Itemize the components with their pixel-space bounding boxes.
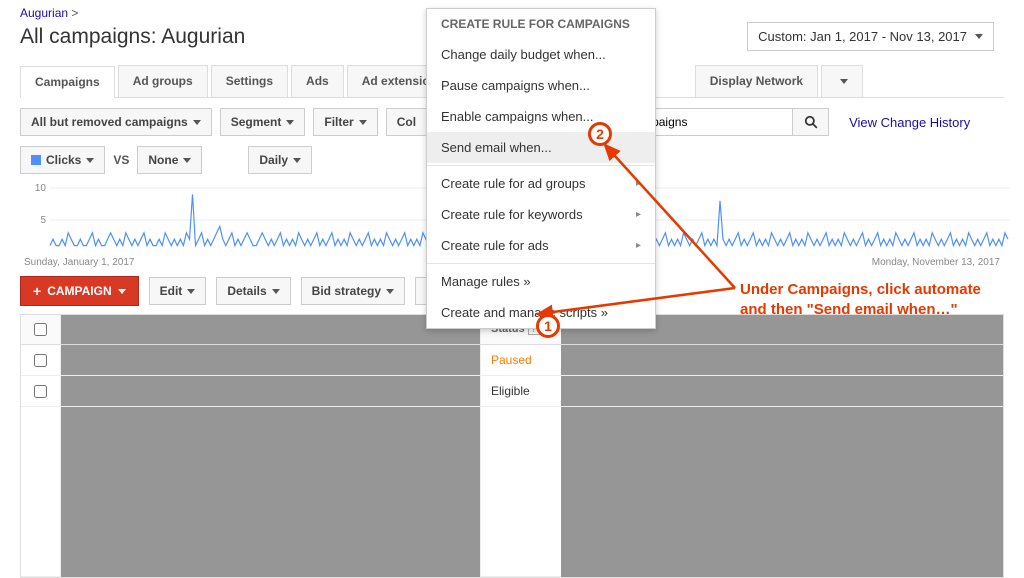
chevron-down-icon bbox=[86, 158, 94, 163]
date-range-picker[interactable]: Custom: Jan 1, 2017 - Nov 13, 2017 bbox=[747, 22, 994, 51]
chevron-down-icon bbox=[386, 289, 394, 294]
campaigns-table: Status? Paused Eligible bbox=[20, 314, 1004, 578]
annotation-step-1: 1 bbox=[536, 314, 560, 338]
submenu-arrow-icon: ▸ bbox=[636, 240, 641, 251]
search-input[interactable] bbox=[643, 108, 793, 136]
columns-button[interactable]: Col bbox=[386, 108, 427, 136]
metric-none-label: None bbox=[148, 153, 178, 167]
menu-manage-rules[interactable]: Manage rules » bbox=[427, 266, 655, 297]
vs-label: VS bbox=[113, 153, 129, 167]
status-eligible: Eligible bbox=[491, 384, 530, 398]
row-checkbox[interactable] bbox=[34, 385, 47, 398]
search-button[interactable] bbox=[793, 108, 829, 136]
search-icon bbox=[804, 115, 818, 129]
chevron-down-icon bbox=[975, 34, 983, 39]
edit-label: Edit bbox=[160, 284, 183, 298]
menu-send-email[interactable]: Send email when... bbox=[427, 132, 655, 163]
breadcrumb-root-link[interactable]: Augurian bbox=[20, 6, 68, 20]
add-campaign-label: CAMPAIGN bbox=[47, 284, 111, 298]
metric-none[interactable]: None bbox=[137, 146, 202, 174]
chevron-down-icon bbox=[840, 79, 848, 84]
chevron-down-icon bbox=[359, 120, 367, 125]
details-button[interactable]: Details bbox=[216, 277, 290, 305]
submenu-arrow-icon: ▸ bbox=[636, 209, 641, 220]
select-all-checkbox[interactable] bbox=[34, 323, 47, 336]
breadcrumb-separator: > bbox=[71, 6, 78, 20]
chevron-down-icon bbox=[272, 289, 280, 294]
segment-button[interactable]: Segment bbox=[220, 108, 306, 136]
header-campaign-cell bbox=[61, 315, 481, 344]
annotation-step-2: 2 bbox=[588, 122, 612, 146]
svg-text:5: 5 bbox=[40, 215, 46, 226]
menu-create-keywords[interactable]: Create rule for keywords▸ bbox=[427, 199, 655, 230]
menu-change-budget[interactable]: Change daily budget when... bbox=[427, 39, 655, 70]
table-row bbox=[21, 407, 1003, 577]
metric-clicks-label: Clicks bbox=[46, 153, 81, 167]
chevron-down-icon bbox=[187, 289, 195, 294]
segment-label: Segment bbox=[231, 115, 282, 129]
filter-campaigns-status[interactable]: All but removed campaigns bbox=[20, 108, 212, 136]
chevron-down-icon bbox=[286, 120, 294, 125]
chevron-down-icon bbox=[183, 158, 191, 163]
menu-pause-campaigns[interactable]: Pause campaigns when... bbox=[427, 70, 655, 101]
bid-strategy-label: Bid strategy bbox=[312, 284, 381, 298]
menu-create-ads[interactable]: Create rule for ads▸ bbox=[427, 230, 655, 261]
search-group bbox=[643, 108, 829, 136]
page-title: All campaigns: Augurian bbox=[20, 25, 245, 49]
columns-label: Col bbox=[397, 115, 416, 129]
plus-icon: + bbox=[33, 284, 41, 298]
tab-ads[interactable]: Ads bbox=[291, 65, 344, 97]
color-swatch-blue bbox=[31, 155, 41, 165]
svg-text:10: 10 bbox=[35, 183, 47, 194]
granularity-label: Daily bbox=[259, 153, 288, 167]
automate-dropdown: CREATE RULE FOR CAMPAIGNS Change daily b… bbox=[426, 8, 656, 329]
granularity-daily[interactable]: Daily bbox=[248, 146, 312, 174]
filter-campaigns-status-label: All but removed campaigns bbox=[31, 115, 188, 129]
filter-button[interactable]: Filter bbox=[313, 108, 377, 136]
chart-date-start: Sunday, January 1, 2017 bbox=[24, 257, 134, 268]
edit-button[interactable]: Edit bbox=[149, 277, 207, 305]
metric-clicks[interactable]: Clicks bbox=[20, 146, 105, 174]
date-range-label: Custom: Jan 1, 2017 - Nov 13, 2017 bbox=[758, 29, 967, 44]
tab-display-network[interactable]: Display Network bbox=[695, 65, 818, 97]
status-paused: Paused bbox=[491, 353, 532, 367]
view-change-history-link[interactable]: View Change History bbox=[849, 115, 970, 130]
filter-label: Filter bbox=[324, 115, 353, 129]
add-campaign-button[interactable]: + CAMPAIGN bbox=[20, 276, 139, 306]
header-checkbox-cell bbox=[21, 315, 61, 344]
chevron-down-icon bbox=[118, 289, 126, 294]
menu-separator bbox=[427, 165, 655, 166]
menu-enable-campaigns[interactable]: Enable campaigns when... bbox=[427, 101, 655, 132]
chart-date-end: Monday, November 13, 2017 bbox=[872, 257, 1000, 268]
details-label: Details bbox=[227, 284, 266, 298]
menu-create-ad-groups[interactable]: Create rule for ad groups▸ bbox=[427, 168, 655, 199]
tab-settings[interactable]: Settings bbox=[211, 65, 288, 97]
chevron-down-icon bbox=[193, 120, 201, 125]
bid-strategy-button[interactable]: Bid strategy bbox=[301, 277, 405, 305]
annotation-text: Under Campaigns, click automate and then… bbox=[740, 280, 1010, 319]
tab-ad-groups[interactable]: Ad groups bbox=[118, 65, 208, 97]
tab-campaigns[interactable]: Campaigns bbox=[20, 66, 115, 98]
table-row: Paused bbox=[21, 345, 1003, 376]
automate-menu-header: CREATE RULE FOR CAMPAIGNS bbox=[427, 9, 655, 39]
menu-separator bbox=[427, 263, 655, 264]
tab-more[interactable] bbox=[821, 65, 863, 97]
chevron-down-icon bbox=[293, 158, 301, 163]
submenu-arrow-icon: ▸ bbox=[636, 178, 641, 189]
row-checkbox[interactable] bbox=[34, 354, 47, 367]
table-row: Eligible bbox=[21, 376, 1003, 407]
